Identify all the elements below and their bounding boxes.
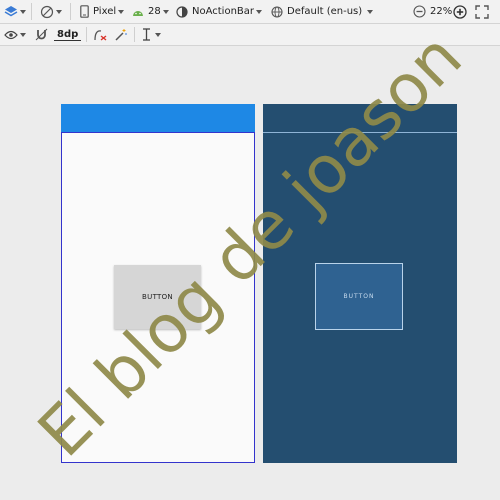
chevron-down-icon (367, 9, 374, 14)
zoom-fit-icon (475, 4, 489, 19)
design-button[interactable]: BUTTON (114, 265, 201, 329)
zoom-in-icon (453, 4, 467, 19)
zoom-out-button[interactable] (413, 0, 426, 23)
view-options-dropdown[interactable] (4, 24, 26, 45)
android-icon (132, 7, 144, 17)
api-level-dropdown[interactable]: 28 (132, 0, 169, 23)
design-app-bar (61, 104, 255, 132)
device-dropdown[interactable]: Pixel (80, 0, 125, 23)
layers-icon (4, 5, 18, 19)
chevron-down-icon (56, 9, 62, 14)
default-margin-field[interactable]: 8dp (54, 24, 82, 45)
guidelines-icon (142, 28, 151, 41)
eye-icon (4, 30, 18, 40)
clear-constraints-icon (93, 28, 107, 41)
orientation-dropdown[interactable] (40, 0, 62, 23)
blueprint-button[interactable]: BUTTON (315, 263, 403, 330)
design-view[interactable]: BUTTON (61, 104, 255, 463)
device-icon (80, 5, 89, 18)
magnet-icon (35, 28, 48, 41)
locale-label: Default (en-us) (287, 6, 363, 17)
device-label: Pixel (93, 6, 117, 17)
orientation-icon (40, 5, 54, 19)
zoom-out-icon (413, 5, 426, 18)
chevron-down-icon (20, 32, 26, 37)
chevron-down-icon (118, 9, 125, 14)
theme-dropdown[interactable]: NoActionBar (176, 0, 263, 23)
margin-value: 8dp (54, 29, 82, 41)
design-surface-dropdown[interactable] (4, 0, 26, 23)
autoconnect-toggle[interactable] (35, 24, 48, 45)
api-level-label: 28 (148, 6, 161, 17)
theme-icon (176, 5, 188, 18)
chevron-down-icon (256, 9, 263, 14)
locale-dropdown[interactable]: Default (en-us) (271, 0, 374, 23)
infer-constraints-button[interactable] (114, 24, 127, 45)
chevron-down-icon (162, 9, 169, 14)
zoom-fit-button[interactable] (475, 0, 489, 23)
infer-constraints-icon (114, 28, 127, 41)
design-toolbar: Pixel 28 NoActionBar Default (en-us) 22% (0, 0, 500, 24)
blueprint-view[interactable]: BUTTON (263, 104, 457, 463)
theme-label: NoActionBar (192, 6, 255, 17)
constraint-toolbar: 8dp (0, 24, 500, 46)
guidelines-dropdown[interactable] (142, 24, 161, 45)
zoom-in-button[interactable] (453, 0, 467, 23)
clear-constraints-button[interactable] (93, 24, 107, 45)
blueprint-app-bar (263, 104, 457, 133)
chevron-down-icon (20, 9, 26, 14)
zoom-level: 22% (430, 6, 453, 17)
globe-icon (271, 5, 283, 18)
design-layout-bounds[interactable]: BUTTON (61, 132, 255, 463)
chevron-down-icon (155, 32, 161, 37)
